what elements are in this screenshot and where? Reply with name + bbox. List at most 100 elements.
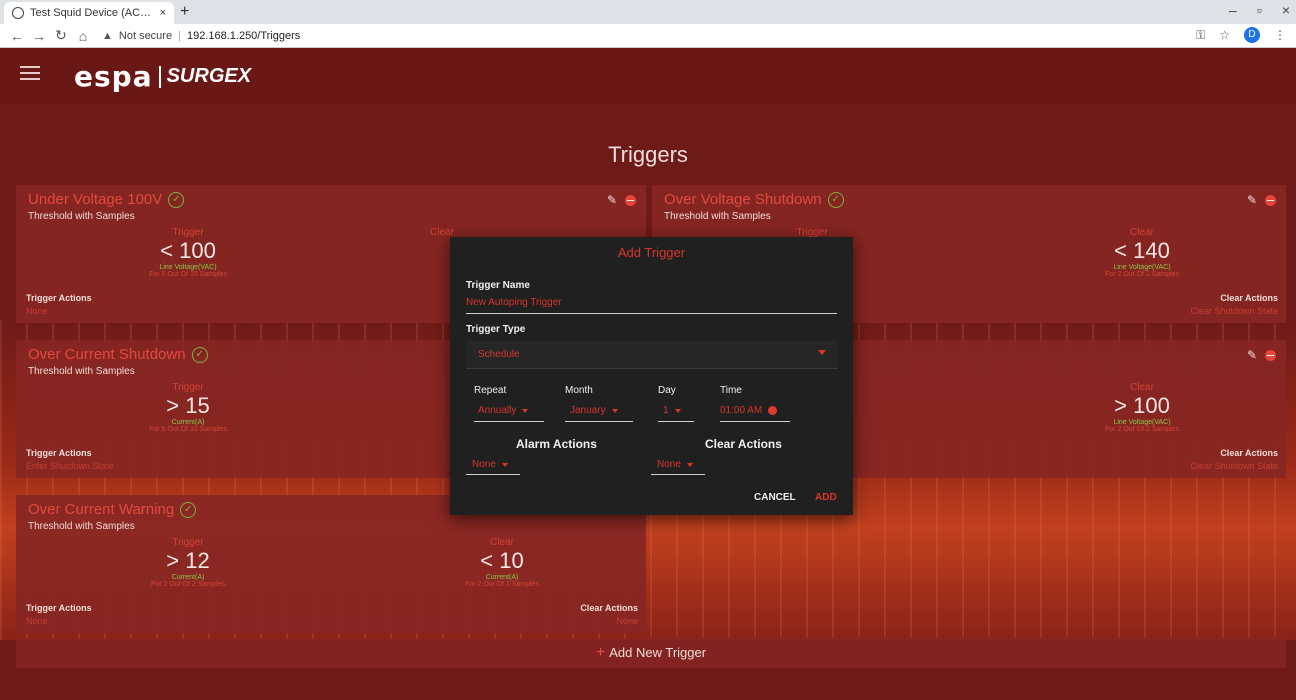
repeat-underline xyxy=(474,421,544,422)
trigger-block: Trigger < 100 Line Voltage(VAC) For 5 Ou… xyxy=(98,227,278,278)
trigger-type-select[interactable]: Schedule xyxy=(466,341,838,369)
alarm-actions-value: None xyxy=(472,459,496,470)
close-window-button[interactable]: × xyxy=(1282,2,1290,18)
month-select[interactable]: January xyxy=(570,405,618,416)
check-circle-icon: ✓ xyxy=(827,191,844,208)
trigger-type-value: Schedule xyxy=(478,349,520,360)
key-icon[interactable]: ⚿ xyxy=(1196,28,1205,43)
browser-tab-title: Test Squid Device (AC:A6:67:00:0 xyxy=(30,7,154,19)
edit-pencil-icon[interactable]: ✎ xyxy=(1247,193,1257,207)
new-tab-button[interactable]: + xyxy=(180,3,189,21)
add-button[interactable]: ADD xyxy=(815,492,837,503)
clear-actions-select[interactable]: None xyxy=(657,459,693,470)
minimize-button[interactable]: – xyxy=(1229,2,1237,18)
trigger-block: Trigger > 12 Current(A) For 2 Out Of 2 S… xyxy=(98,537,278,588)
trigger-unit: Current(A) xyxy=(171,419,205,426)
maximize-button[interactable]: ▫ xyxy=(1257,2,1262,18)
browser-actions: ⚿ ☆ D ⋮ xyxy=(1196,27,1286,43)
add-trigger-dialog: Add Trigger Trigger Name New Autoping Tr… xyxy=(450,237,853,515)
star-icon[interactable]: ☆ xyxy=(1219,28,1230,42)
clear-actions-value: Clear Shutdown State xyxy=(1190,461,1278,471)
clear-actions-label: Clear Actions xyxy=(1220,293,1278,303)
card-title: Over Current Shutdown ✓ xyxy=(28,346,208,363)
dialog-title: Add Trigger xyxy=(617,245,686,260)
time-value: 01:00 AM xyxy=(720,405,763,416)
trigger-label: Trigger xyxy=(172,382,204,393)
clear-samples: For 2 Out Of 2 Samples xyxy=(1105,271,1179,278)
espa-logo: espa xyxy=(74,60,153,93)
clear-actions-heading: Clear Actions xyxy=(705,437,782,451)
delete-icon[interactable] xyxy=(625,194,636,206)
card-tools: ✎ xyxy=(1247,348,1276,362)
trigger-value: < 100 xyxy=(160,238,216,263)
check-circle-icon: ✓ xyxy=(191,346,208,363)
trigger-name-label: Trigger Name xyxy=(466,280,530,291)
delete-icon[interactable] xyxy=(1265,349,1276,361)
card-subtitle: Threshold with Samples xyxy=(28,211,135,222)
clear-unit: Current(A) xyxy=(485,574,519,581)
trigger-type-label: Trigger Type xyxy=(466,324,526,335)
trigger-samples: For 5 Out Of 10 Samples xyxy=(149,426,227,433)
caret-down-icon xyxy=(522,408,529,413)
trigger-actions-label: Trigger Actions xyxy=(26,603,92,613)
browser-tab[interactable]: Test Squid Device (AC:A6:67:00:0 × xyxy=(4,2,174,24)
day-select[interactable]: 1 xyxy=(663,405,681,416)
globe-icon xyxy=(12,7,24,19)
clear-actions-value: Clear Shutdown State xyxy=(1190,306,1278,316)
clear-value: < 140 xyxy=(1114,238,1170,263)
clear-unit: Line Voltage(VAC) xyxy=(1113,419,1171,426)
clock-icon[interactable] xyxy=(768,406,778,415)
home-icon[interactable]: ⌂ xyxy=(72,28,94,44)
profile-avatar[interactable]: D xyxy=(1244,27,1260,43)
edit-pencil-icon[interactable]: ✎ xyxy=(1247,348,1257,362)
surgex-logo: SURGEX xyxy=(166,65,252,87)
menu-dots-icon[interactable]: ⋮ xyxy=(1274,28,1286,42)
trigger-samples: For 2 Out Of 2 Samples xyxy=(151,581,225,588)
trigger-name-input[interactable]: New Autoping Trigger xyxy=(466,297,562,308)
trigger-label: Trigger xyxy=(172,537,204,548)
caret-down-icon xyxy=(611,408,618,413)
add-new-trigger-button[interactable]: + Add New Trigger xyxy=(16,638,1286,668)
trigger-unit: Current(A) xyxy=(171,574,205,581)
alarm-actions-select[interactable]: None xyxy=(472,459,508,470)
clear-samples: For 2 Out Of 2 Samples xyxy=(465,581,539,588)
address-field[interactable]: ▲ Not secure | 192.168.1.250/Triggers xyxy=(102,30,300,42)
trigger-name-underline xyxy=(466,313,837,314)
month-value: January xyxy=(570,405,606,416)
edit-pencil-icon[interactable]: ✎ xyxy=(607,193,617,207)
clear-actions-underline xyxy=(651,474,705,475)
repeat-select[interactable]: Annually xyxy=(478,405,529,416)
clear-actions-label: Clear Actions xyxy=(1220,448,1278,458)
time-label: Time xyxy=(720,385,742,396)
trigger-card-over-current-warning: Over Current Warning ✓ Threshold with Sam… xyxy=(16,495,646,633)
forward-arrow-icon[interactable]: → xyxy=(28,28,50,44)
hamburger-menu-icon[interactable] xyxy=(20,66,40,80)
clear-block: Clear < 140 Line Voltage(VAC) For 2 Out … xyxy=(1052,227,1232,278)
reload-icon[interactable]: ↻ xyxy=(50,27,72,44)
time-picker[interactable]: 01:00 AM xyxy=(720,405,778,416)
close-tab-icon[interactable]: × xyxy=(160,7,166,19)
card-tools: ✎ xyxy=(607,193,636,207)
delete-icon[interactable] xyxy=(1265,194,1276,206)
browser-toolbar: ← → ↻ ⌂ ▲ Not secure | 192.168.1.250/Tri… xyxy=(0,24,1296,48)
check-circle-icon: ✓ xyxy=(168,191,185,208)
logo-divider xyxy=(158,65,161,88)
clear-label: Clear xyxy=(490,537,514,548)
url-text: 192.168.1.250/Triggers xyxy=(186,29,301,42)
clear-actions-value: None xyxy=(657,459,681,470)
back-arrow-icon[interactable]: ← xyxy=(6,28,28,44)
trigger-actions-label: Trigger Actions xyxy=(26,293,92,303)
card-title: Over Voltage Shutdown ✓ xyxy=(664,191,844,208)
caret-down-icon xyxy=(501,462,508,467)
cancel-button[interactable]: CANCEL xyxy=(754,492,796,503)
brand-logo: espa SURGEX xyxy=(74,60,251,93)
card-subtitle: Threshold with Samples xyxy=(28,366,135,377)
trigger-value: > 15 xyxy=(166,393,210,418)
day-underline xyxy=(658,421,694,422)
clear-block: Clear < 10 Current(A) For 2 Out Of 2 Sam… xyxy=(412,537,592,588)
trigger-block: Trigger > 15 Current(A) For 5 Out Of 10 … xyxy=(98,382,278,433)
card-subtitle: Threshold with Samples xyxy=(664,211,771,222)
card-title-text: Over Current Shutdown xyxy=(28,346,186,363)
repeat-label: Repeat xyxy=(474,385,507,396)
card-subtitle: Threshold with Samples xyxy=(28,521,135,532)
